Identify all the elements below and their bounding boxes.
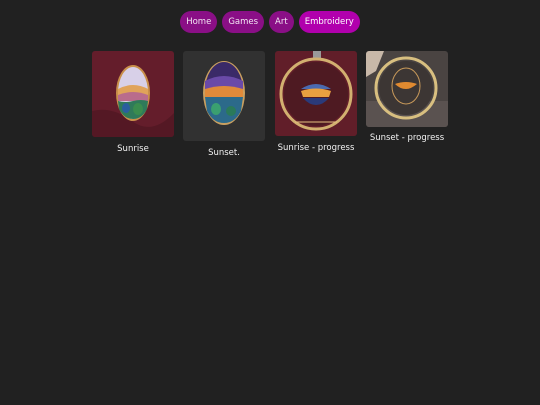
gallery-item-caption: Sunset. xyxy=(208,148,240,158)
gallery-item-sunset-progress[interactable]: Sunset - progress xyxy=(366,51,448,161)
gallery-item-caption: Sunset - progress xyxy=(369,133,445,143)
page: Home Games Art Embroidery Sunrise Sunset… xyxy=(0,0,540,405)
nav-art-button[interactable]: Art xyxy=(269,11,294,33)
nav-embroidery-button[interactable]: Embroidery xyxy=(298,11,360,33)
sunset-progress-image xyxy=(366,51,448,127)
sunset-embroidery-image xyxy=(183,51,265,141)
sunrise-embroidery-image xyxy=(92,51,174,137)
gallery-item-caption: Sunrise - progress xyxy=(277,143,355,153)
nav-home-button[interactable]: Home xyxy=(180,11,218,33)
top-nav: Home Games Art Embroidery xyxy=(0,11,540,33)
gallery-item-sunrise[interactable]: Sunrise xyxy=(92,51,174,161)
gallery-item-sunrise-progress[interactable]: Sunrise - progress xyxy=(275,51,357,161)
gallery-item-caption: Sunrise xyxy=(117,144,149,154)
gallery-item-sunset[interactable]: Sunset. xyxy=(183,51,265,161)
nav-games-button[interactable]: Games xyxy=(222,11,265,33)
sunrise-progress-image xyxy=(275,51,357,136)
